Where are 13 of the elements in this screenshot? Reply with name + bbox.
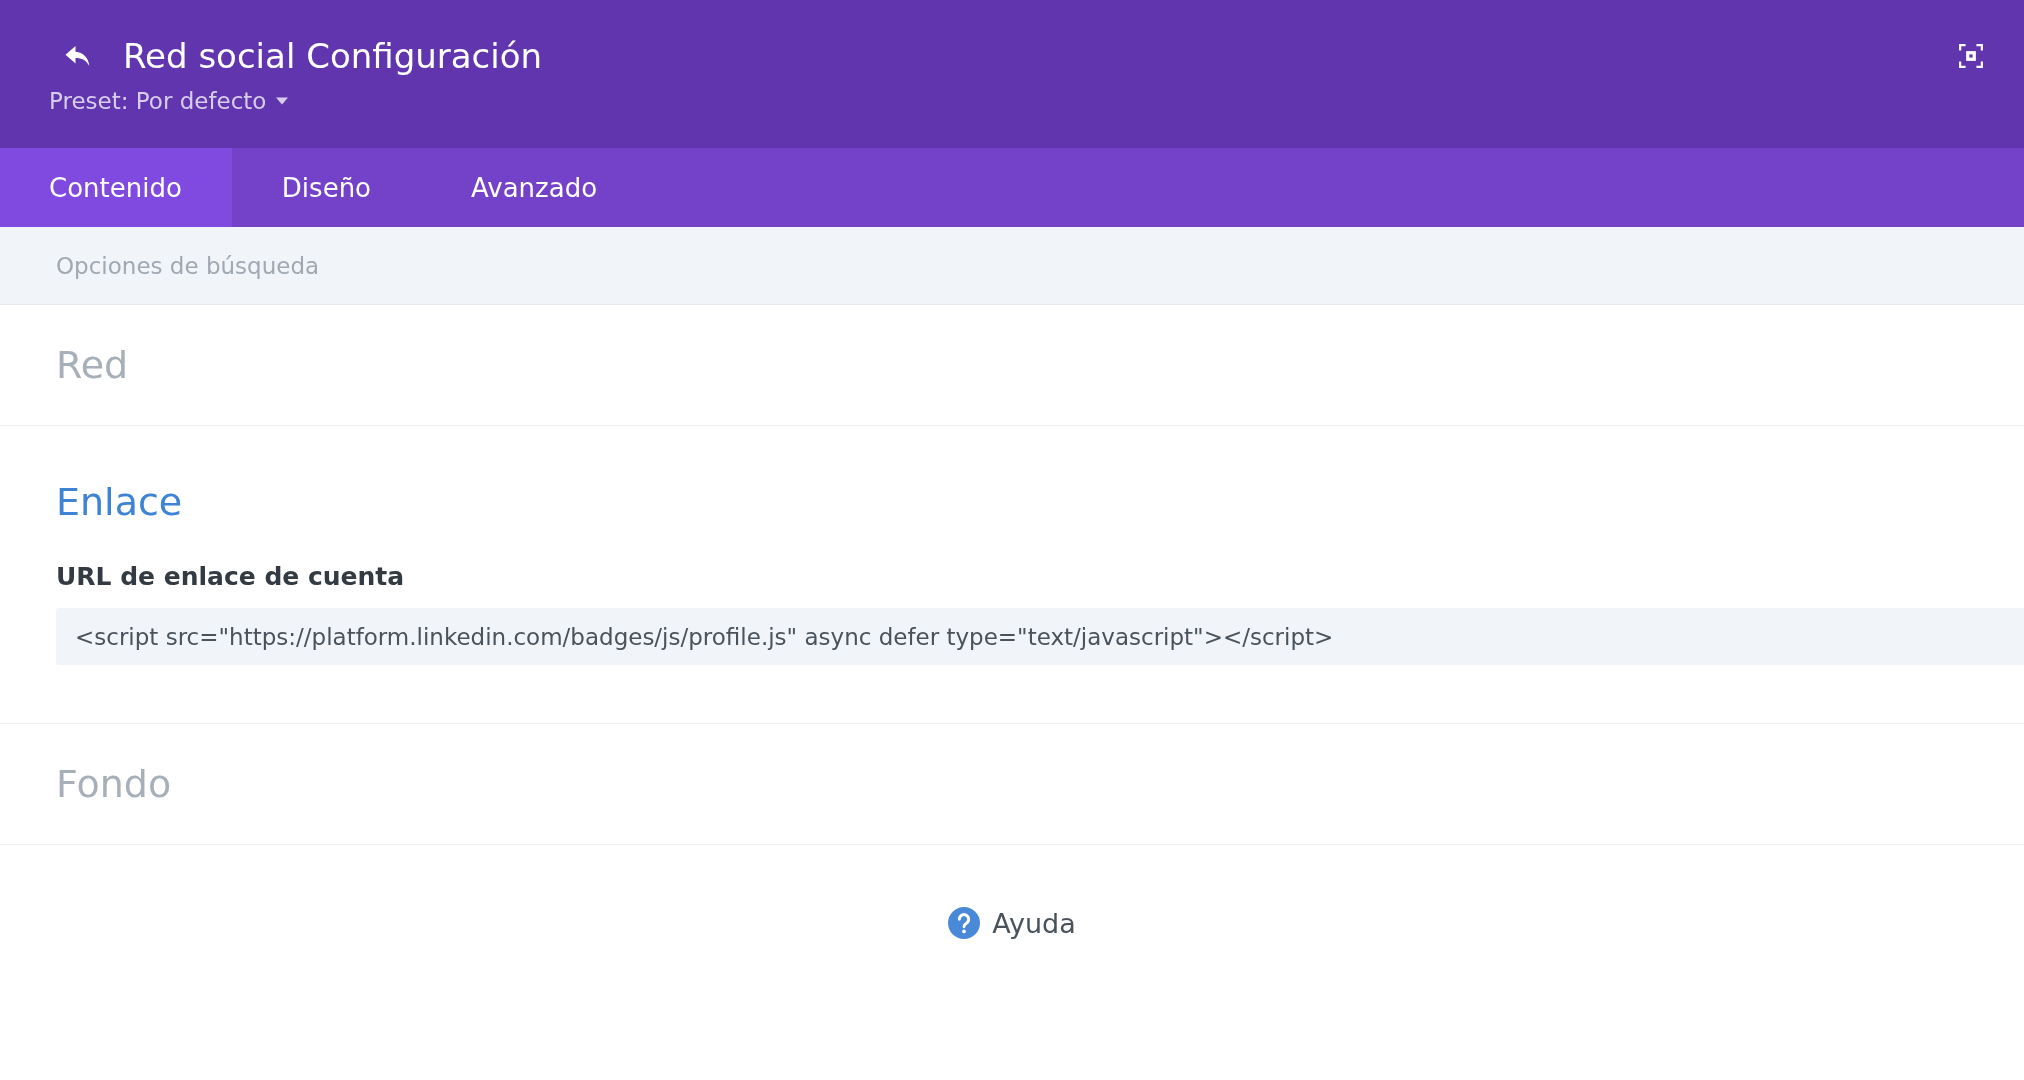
help-link[interactable]: Ayuda: [992, 907, 1076, 939]
tab[interactable]: Avanzado: [421, 148, 648, 227]
tab[interactable]: Contenido: [0, 148, 232, 227]
help-icon[interactable]: [948, 907, 981, 939]
field-label: URL de enlace de cuenta: [56, 562, 406, 591]
tab[interactable]: Diseño: [231, 148, 421, 227]
search-field[interactable]: Opciones de búsqueda: [0, 227, 2024, 304]
url-input-field[interactable]: <script src="https://platform.linkedin.com/badges/js/profile.js" async defer type="text/javascript"></script>: [56, 608, 2024, 665]
preset-dropdown[interactable]: Preset: Por defecto: [49, 88, 289, 114]
window-title: Red social Configuración: [123, 36, 544, 76]
caret-icon[interactable]: [276, 97, 289, 105]
section-header[interactable]: Enlace: [56, 480, 2024, 524]
fullscreen-icon[interactable]: [1958, 43, 1984, 69]
